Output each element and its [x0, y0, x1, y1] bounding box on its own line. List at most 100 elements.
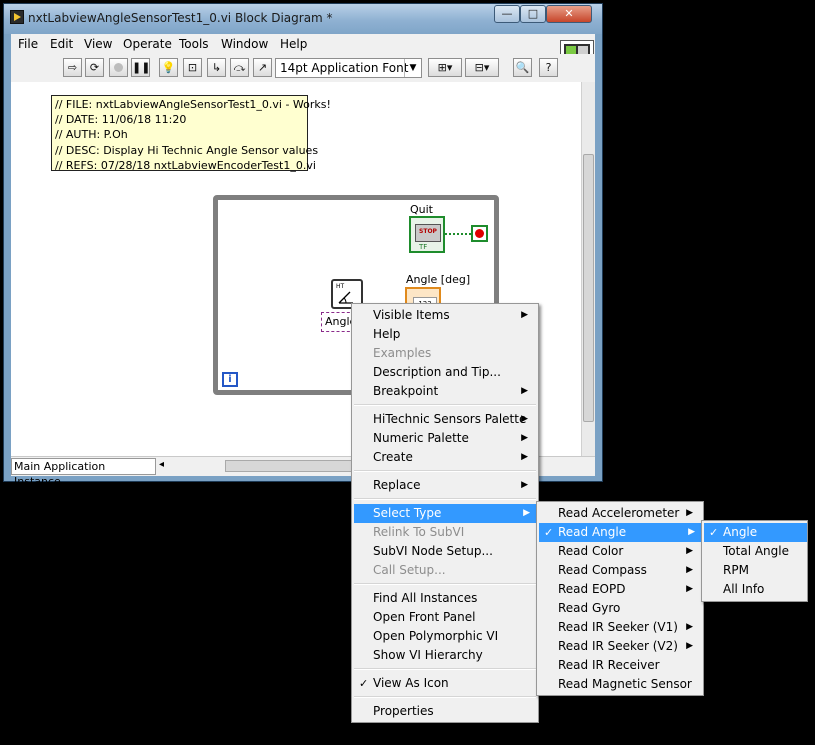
menu-item-select-type[interactable]: Select Type ▶ [354, 504, 538, 523]
comment-line-date: // DATE: 11/06/18 11:20 [55, 113, 187, 127]
close-button[interactable]: ✕ [546, 5, 592, 23]
menu-item-visible-items[interactable]: Visible Items ▶ [354, 306, 536, 325]
submenu-arrow-icon: ▶ [521, 480, 528, 490]
menu-item-read-ir-seeker-v2[interactable]: Read IR Seeker (V2) ▶ [539, 637, 701, 656]
menu-item-read-angle[interactable]: ✓ Read Angle ▶ [539, 523, 703, 542]
menu-window[interactable]: Window [221, 37, 268, 51]
menu-item-view-as-icon[interactable]: ✓ View As Icon [354, 674, 536, 693]
submenu-arrow-icon: ▶ [686, 622, 693, 632]
maximize-button[interactable]: □ [520, 5, 546, 23]
font-selector[interactable]: 14pt Application Font ▼ [275, 58, 422, 78]
menu-item-read-ir-seeker-v1[interactable]: Read IR Seeker (V1) ▶ [539, 618, 701, 637]
comment-line-refs: // REFS: 07/28/18 nxtLabviewEncoderTest1… [55, 158, 316, 172]
read-angle-submenu: ✓ Angle Total Angle RPM All Info [701, 520, 808, 602]
labview-app-icon[interactable] [10, 10, 24, 24]
vertical-scroll-thumb[interactable] [583, 154, 594, 422]
menu-tools[interactable]: Tools [179, 37, 209, 51]
submenu-arrow-icon: ▶ [521, 310, 528, 320]
scroll-left-icon[interactable]: ◂ [159, 459, 164, 470]
menu-item-read-accelerometer[interactable]: Read Accelerometer ▶ [539, 504, 701, 523]
submenu-arrow-icon: ▶ [686, 565, 693, 575]
svg-text:HT: HT [336, 283, 345, 290]
stop-button-glyph: STOP [415, 224, 441, 242]
menu-item-open-front-panel[interactable]: Open Front Panel [354, 608, 536, 627]
step-into-icon[interactable]: ↳ [207, 58, 226, 77]
reorder-icon[interactable] [502, 58, 512, 77]
help-icon[interactable]: ? [539, 58, 558, 77]
menu-item-replace[interactable]: Replace ▶ [354, 476, 536, 495]
submenu-arrow-icon: ▶ [686, 584, 693, 594]
menu-item-total-angle[interactable]: Total Angle [704, 542, 805, 561]
menu-item-numeric-palette[interactable]: Numeric Palette ▶ [354, 429, 536, 448]
polymorphic-selector[interactable]: Angle [321, 312, 355, 332]
quit-stop-terminal[interactable]: STOP TF [409, 216, 445, 253]
menu-file[interactable]: File [18, 37, 38, 51]
submenu-arrow-icon: ▶ [521, 386, 528, 396]
submenu-arrow-icon: ▶ [521, 452, 528, 462]
align-objects-icon[interactable]: ⊞▾ [428, 58, 462, 77]
menu-edit[interactable]: Edit [50, 37, 73, 51]
boolean-type-label: TF [419, 243, 428, 251]
menu-item-examples: Examples [373, 346, 432, 360]
menu-item-read-ir-receiver[interactable]: Read IR Receiver [539, 656, 701, 675]
step-over-icon[interactable]: ⤼ [230, 58, 249, 77]
menu-separator [354, 583, 536, 585]
menu-item-read-gyro[interactable]: Read Gyro [539, 599, 701, 618]
menu-item-read-magnetic-sensor[interactable]: Read Magnetic Sensor [539, 675, 701, 694]
context-menu: Visible Items ▶ Help Examples Description… [351, 303, 539, 723]
search-icon[interactable]: 🔍 [513, 58, 532, 77]
highlight-execution-icon[interactable]: 💡 [159, 58, 178, 77]
distribute-objects-icon[interactable]: ⊟▾ [465, 58, 499, 77]
quit-label: Quit [410, 203, 433, 216]
run-arrow-icon[interactable]: ⇨ [63, 58, 82, 77]
menu-item-all-info[interactable]: All Info [704, 580, 805, 599]
menu-item-read-eopd[interactable]: Read EOPD ▶ [539, 580, 701, 599]
menu-item-read-color[interactable]: Read Color ▶ [539, 542, 701, 561]
select-type-submenu: Read Accelerometer ▶ ✓ Read Angle ▶ Read Co… [536, 501, 704, 696]
menu-item-find-all-instances[interactable]: Find All Instances [354, 589, 536, 608]
menu-item-properties[interactable]: Properties [354, 702, 536, 721]
comment-line-desc: // DESC: Display Hi Technic Angle Sensor… [55, 143, 319, 157]
menu-item-rpm[interactable]: RPM [704, 561, 805, 580]
menu-item-relink-to-subvi: Relink To SubVI [373, 525, 465, 539]
chevron-down-icon: ▼ [404, 59, 421, 77]
menu-operate[interactable]: Operate [123, 37, 172, 51]
menu-item-show-vi-hierarchy[interactable]: Show VI Hierarchy [354, 646, 536, 665]
horizontal-scroll-thumb[interactable] [225, 460, 365, 472]
abort-icon[interactable] [109, 58, 128, 77]
application-instance-field[interactable]: Main Application Instance [11, 458, 156, 488]
submenu-arrow-icon: ▶ [688, 527, 695, 537]
step-out-icon[interactable]: ↗ [253, 58, 272, 77]
menu-separator [354, 696, 536, 698]
checkmark-icon: ✓ [544, 526, 554, 539]
run-continuous-icon[interactable]: ⟳ [85, 58, 104, 77]
angle-label: Angle [deg] [406, 273, 471, 286]
menu-item-hitechnic-sensors-palette[interactable]: HiTechnic Sensors Palette ▶ [354, 410, 536, 429]
boolean-wire[interactable] [445, 233, 471, 235]
menu-item-create[interactable]: Create ▶ [354, 448, 536, 467]
comment-line-auth: // AUTH: P.Oh [55, 128, 128, 142]
menu-view[interactable]: View [84, 37, 112, 51]
vertical-scrollbar[interactable] [581, 82, 595, 456]
menu-item-breakpoint[interactable]: Breakpoint ▶ [354, 382, 536, 401]
toolbar: ⇨ ⟳ ❚❚ 💡 ⊡ ↳ ⤼ ↗ 14pt Application Font ▼… [11, 54, 595, 83]
pause-icon[interactable]: ❚❚ [131, 58, 150, 77]
minimize-button[interactable]: — [494, 5, 520, 23]
menu-item-read-compass[interactable]: Read Compass ▶ [539, 561, 701, 580]
menu-item-open-polymorphic-vi[interactable]: Open Polymorphic VI [354, 627, 536, 646]
submenu-arrow-icon: ▶ [521, 433, 528, 443]
submenu-arrow-icon: ▶ [686, 546, 693, 556]
iteration-terminal[interactable]: i [222, 372, 238, 387]
menu-separator [354, 498, 536, 500]
menu-item-help[interactable]: Help [354, 325, 536, 344]
comment-line-file: // FILE: nxtLabviewAngleSensorTest1_0.vi… [55, 98, 331, 111]
header-comment[interactable]: // FILE: nxtLabviewAngleSensorTest1_0.vi… [51, 95, 331, 172]
retain-wire-values-icon[interactable]: ⊡ [183, 58, 202, 77]
loop-condition-terminal[interactable] [471, 225, 488, 242]
menu-help[interactable]: Help [280, 37, 307, 51]
menu-item-angle[interactable]: ✓ Angle [704, 523, 807, 542]
window-title: nxtLabviewAngleSensorTest1_0.vi Block Di… [28, 11, 333, 25]
menu-item-call-setup: Call Setup... [373, 563, 446, 577]
menu-item-description-and-tip[interactable]: Description and Tip... [354, 363, 536, 382]
menu-item-subvi-node-setup[interactable]: SubVI Node Setup... [354, 542, 536, 561]
